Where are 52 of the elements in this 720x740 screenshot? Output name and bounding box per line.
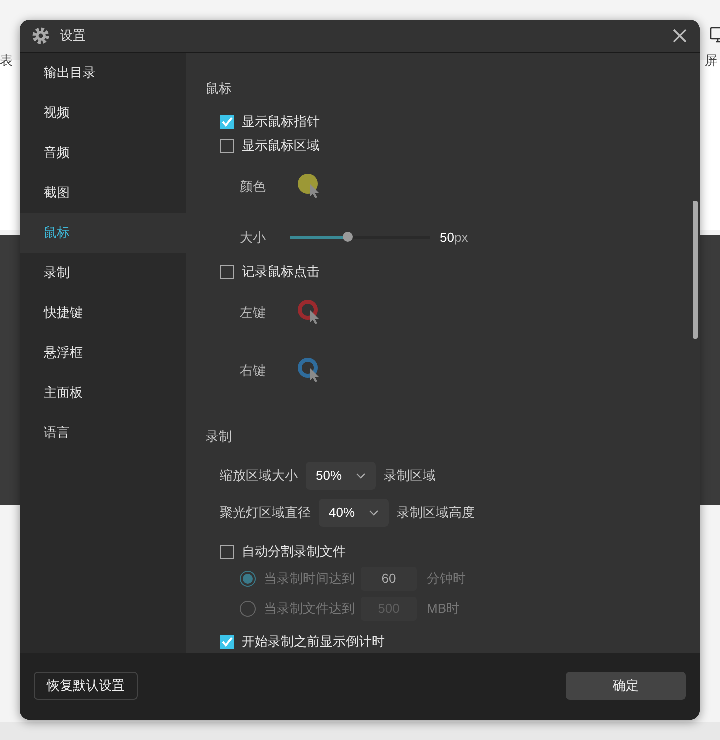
setting-label: 缩放区域大小 — [220, 466, 298, 485]
size-value: 50 — [440, 230, 454, 246]
radio-label: 当录制文件达到 — [264, 600, 355, 618]
setting-label: 录制区域 — [384, 466, 436, 485]
unit-label: px — [454, 230, 468, 246]
checkbox[interactable] — [220, 544, 234, 559]
scrollbar[interactable] — [693, 200, 698, 339]
checkbox-label: 自动分割录制文件 — [242, 542, 346, 561]
color-swatch[interactable] — [298, 300, 322, 326]
sidebar-item[interactable]: 快捷键 — [20, 292, 186, 333]
sidebar-item[interactable]: 输出目录 — [20, 52, 186, 93]
chevron-icon — [369, 510, 379, 516]
setting-label: 聚光灯区域直径 — [220, 504, 311, 522]
sidebar-item[interactable]: 主面板 — [20, 372, 186, 413]
ribbon-label: 屏 — [705, 52, 718, 70]
sidebar-item[interactable]: 悬浮框 — [20, 332, 186, 373]
setting-label: 录制区域高度 — [397, 504, 475, 522]
window-title: 设置 — [60, 26, 87, 45]
checkbox-label: 开始录制之前显示倒计时 — [242, 632, 385, 651]
section-title: 录制 — [206, 428, 233, 446]
checkbox[interactable] — [220, 634, 234, 649]
setting-label: 右键 — [240, 362, 267, 380]
section-title: 鼠标 — [206, 80, 233, 98]
sidebar-item[interactable]: 音频 — [20, 132, 186, 173]
ok-button[interactable]: 确定 — [566, 672, 686, 700]
checkbox[interactable] — [220, 114, 234, 129]
setting-label: 左键 — [240, 304, 267, 322]
dropdown[interactable]: 40% — [319, 498, 389, 527]
checkbox-label: 显示鼠标指针 — [242, 112, 320, 131]
checkbox[interactable] — [220, 264, 234, 279]
unit-label: 分钟时 — [427, 570, 466, 588]
sidebar-item[interactable]: 录制 — [20, 252, 186, 293]
setting-label: 颜色 — [240, 178, 267, 196]
dropdown[interactable]: 50% — [306, 462, 376, 490]
color-swatch[interactable] — [298, 358, 322, 384]
chevron-icon — [356, 472, 366, 479]
checkbox-label: 显示鼠标区域 — [242, 136, 320, 155]
setting-label: 大小 — [240, 228, 267, 247]
slider-thumb[interactable] — [343, 232, 354, 242]
close-button[interactable] — [672, 28, 688, 44]
unit-label: MB时 — [427, 600, 460, 618]
checkbox-label: 记录鼠标点击 — [242, 262, 320, 281]
color-swatch[interactable] — [298, 174, 322, 200]
sidebar-item[interactable]: 语言 — [20, 412, 186, 453]
settings-icon — [32, 26, 50, 45]
sidebar-item[interactable]: 视频 — [20, 92, 186, 133]
sidebar-item[interactable]: 截图 — [20, 172, 186, 213]
checkbox[interactable] — [220, 138, 234, 153]
sidebar-item[interactable]: 鼠标 — [20, 212, 186, 253]
radio-label: 当录制时间达到 — [264, 570, 355, 588]
ribbon-label: 表 — [0, 52, 13, 70]
reset-button[interactable]: 恢复默认设置 — [34, 672, 138, 700]
